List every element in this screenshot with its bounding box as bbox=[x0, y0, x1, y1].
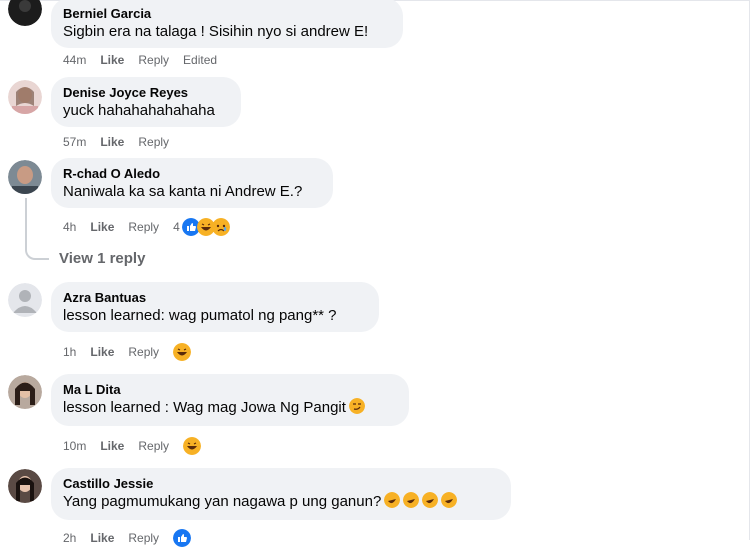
avatar[interactable] bbox=[8, 0, 42, 26]
comment-text: lesson learned : Wag mag Jowa Ng Pangit bbox=[63, 398, 397, 418]
like-button[interactable]: Like bbox=[90, 345, 114, 359]
view-replies-link[interactable]: View 1 reply bbox=[59, 250, 145, 267]
comment-text: lesson learned: wag pumatol ng pang** ? bbox=[63, 307, 337, 324]
rofl-emoji-icon bbox=[441, 492, 458, 508]
haha-reaction-icon[interactable] bbox=[183, 437, 202, 455]
edited-label: Edited bbox=[183, 53, 218, 67]
comment-text: Yang pagmumukang yan nagawa p ung ganun? bbox=[63, 492, 499, 512]
comment-bubble: Castillo Jessie Yang pagmumukang yan nag… bbox=[51, 468, 511, 520]
like-button[interactable]: Like bbox=[90, 220, 114, 234]
comment-time[interactable]: 2h bbox=[63, 531, 76, 545]
reply-button[interactable]: Reply bbox=[128, 220, 159, 234]
avatar-photo-icon bbox=[8, 80, 42, 114]
reply-button[interactable]: Reply bbox=[128, 531, 159, 545]
comment-text: Naniwala ka sa kanta ni Andrew E.? bbox=[63, 183, 303, 200]
avatar[interactable] bbox=[8, 375, 42, 409]
comment-bubble: Azra Bantuas lesson learned: wag pumatol… bbox=[51, 282, 379, 332]
reaction-count[interactable]: 4 bbox=[173, 220, 180, 234]
like-button[interactable]: Like bbox=[90, 531, 114, 545]
comment-actions: 4h Like Reply 4 bbox=[63, 217, 230, 237]
comment-actions: 1h Like Reply bbox=[63, 342, 192, 362]
reply-button[interactable]: Reply bbox=[128, 345, 159, 359]
comment-time[interactable]: 44m bbox=[63, 53, 86, 67]
reply-button[interactable]: Reply bbox=[138, 135, 169, 149]
avatar-photo-icon bbox=[8, 469, 42, 503]
like-button[interactable]: Like bbox=[100, 53, 124, 67]
comment-time[interactable]: 1h bbox=[63, 345, 76, 359]
comment-author[interactable]: Castillo Jessie bbox=[63, 476, 499, 492]
sad-reaction-icon[interactable] bbox=[211, 218, 230, 236]
comment-actions: 44m Like Reply Edited bbox=[63, 50, 231, 70]
avatar-dark-icon bbox=[8, 0, 42, 26]
reply-button[interactable]: Reply bbox=[138, 53, 169, 67]
avatar[interactable] bbox=[8, 160, 42, 194]
comment-text-content: lesson learned : Wag mag Jowa Ng Pangit bbox=[63, 399, 346, 416]
comment-bubble: Denise Joyce Reyes yuck hahahahahahaha bbox=[51, 77, 241, 127]
comment-text: yuck hahahahahahaha bbox=[63, 102, 215, 119]
like-button[interactable]: Like bbox=[100, 439, 124, 453]
avatar-photo-icon bbox=[8, 160, 42, 194]
comment-author[interactable]: Azra Bantuas bbox=[63, 290, 367, 306]
like-reaction-icon[interactable] bbox=[173, 529, 192, 547]
avatar-photo-icon bbox=[8, 375, 42, 409]
rofl-emoji-icon bbox=[422, 492, 439, 508]
comment-time[interactable]: 4h bbox=[63, 220, 76, 234]
avatar[interactable] bbox=[8, 469, 42, 503]
comment-actions: 57m Like Reply bbox=[63, 132, 183, 152]
comment-author[interactable]: Ma L Dita bbox=[63, 382, 397, 398]
comment-time[interactable]: 57m bbox=[63, 135, 86, 149]
comment-author[interactable]: Denise Joyce Reyes bbox=[63, 85, 229, 101]
comment-author[interactable]: Berniel Garcia bbox=[63, 6, 391, 22]
rofl-emoji-icon bbox=[403, 492, 420, 508]
like-button[interactable]: Like bbox=[100, 135, 124, 149]
smirk-emoji-icon bbox=[348, 398, 365, 414]
reply-thread-line bbox=[25, 198, 49, 260]
comment-bubble: Ma L Dita lesson learned : Wag mag Jowa … bbox=[51, 374, 409, 426]
avatar[interactable] bbox=[8, 283, 42, 317]
comment-bubble: R-chad O Aledo Naniwala ka sa kanta ni A… bbox=[51, 158, 333, 208]
comment-actions: 10m Like Reply bbox=[63, 436, 202, 456]
reply-button[interactable]: Reply bbox=[138, 439, 169, 453]
comment-bubble: Berniel Garcia Sigbin era na talaga ! Si… bbox=[51, 0, 403, 48]
comment-text-content: Yang pagmumukang yan nagawa p ung ganun? bbox=[63, 493, 382, 510]
comment-text: Sigbin era na talaga ! Sisihin nyo si an… bbox=[63, 23, 369, 40]
avatar[interactable] bbox=[8, 80, 42, 114]
comment-time[interactable]: 10m bbox=[63, 439, 86, 453]
rofl-emoji-icon bbox=[384, 492, 401, 508]
comment-actions: 2h Like Reply bbox=[63, 528, 192, 548]
comment-author[interactable]: R-chad O Aledo bbox=[63, 166, 321, 182]
haha-reaction-icon[interactable] bbox=[173, 343, 192, 361]
avatar-default-icon bbox=[8, 283, 42, 317]
